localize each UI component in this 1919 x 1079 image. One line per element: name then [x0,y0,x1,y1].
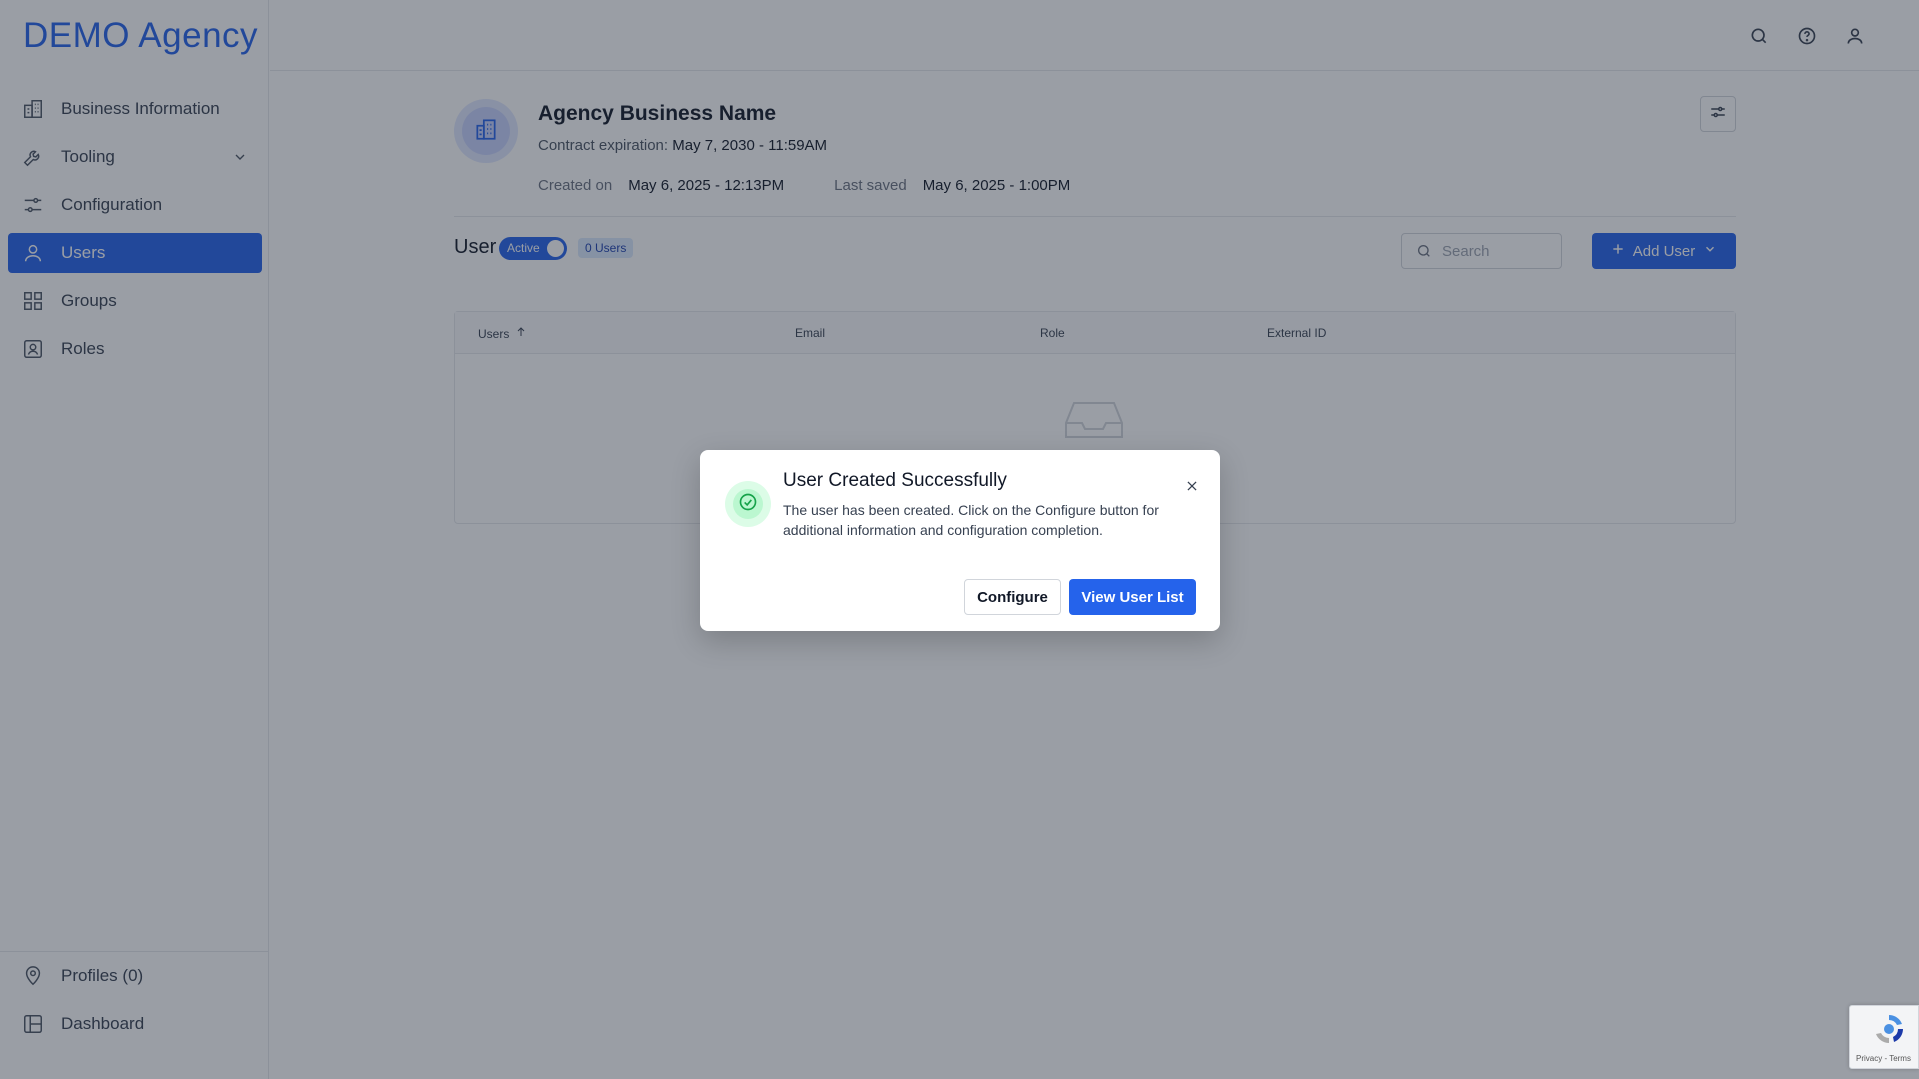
dialog-message: The user has been created. Click on the … [783,502,1159,538]
recaptcha-badge[interactable]: Privacy - Terms [1849,1005,1919,1069]
recaptcha-icon [1872,1012,1906,1046]
close-icon[interactable] [1182,476,1202,496]
success-dialog: User Created Successfully The user has b… [700,450,1220,631]
success-icon-wrap [725,481,771,527]
recaptcha-legal[interactable]: Privacy - Terms [1856,1054,1911,1063]
dialog-title: User Created Successfully [783,470,1007,491]
configure-button[interactable]: Configure [964,579,1061,615]
view-user-list-button[interactable]: View User List [1069,579,1196,615]
check-circle-icon [738,492,758,517]
